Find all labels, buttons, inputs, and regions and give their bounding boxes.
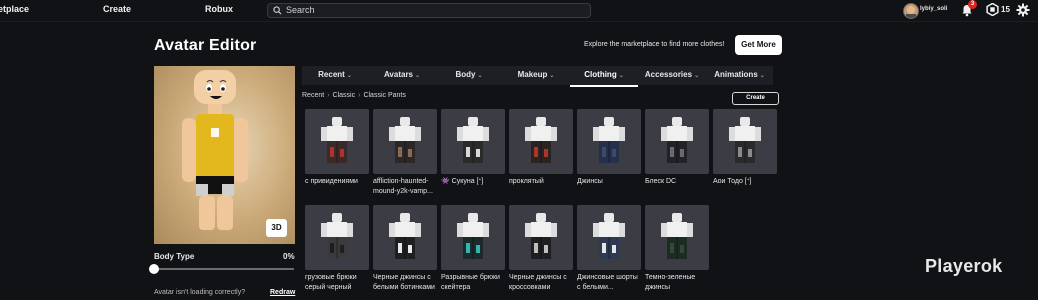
item-name-line: Черные джинсы с bbox=[509, 274, 567, 281]
item-name[interactable]: Темно-зеленые джинсы bbox=[645, 273, 711, 293]
tab-clothing[interactable]: Clothing ⌄ bbox=[570, 66, 638, 87]
item-card[interactable] bbox=[509, 109, 573, 174]
item-card[interactable] bbox=[441, 109, 505, 174]
robux-count[interactable]: 15 bbox=[1001, 5, 1010, 14]
item-name-line: грузовые брюки bbox=[305, 274, 357, 281]
avatar-preview[interactable] bbox=[154, 66, 295, 244]
item-name[interactable]: проклятый bbox=[509, 177, 575, 187]
item-card[interactable] bbox=[305, 205, 369, 270]
item-name-line: Джинсы bbox=[577, 178, 603, 185]
search-placeholder: Search bbox=[286, 5, 315, 15]
explore-message: Explore the marketplace to find more clo… bbox=[584, 41, 725, 48]
item-card[interactable] bbox=[645, 205, 709, 270]
item-card[interactable] bbox=[373, 109, 437, 174]
redraw-link[interactable]: Redraw bbox=[270, 289, 295, 296]
nav-marketplace-link[interactable]: etplace bbox=[0, 4, 29, 14]
item-name[interactable]: 👾 Сукуна [ᐩ] bbox=[441, 177, 507, 187]
item-name-line: Джинсовые шорты bbox=[577, 274, 638, 281]
item-card[interactable] bbox=[577, 109, 641, 174]
item-thumbnail bbox=[661, 213, 693, 259]
item-thumbnail bbox=[457, 117, 489, 163]
item-name[interactable]: Джинсовые шорты с белыми... bbox=[577, 273, 643, 293]
gear-icon[interactable] bbox=[1016, 3, 1030, 17]
breadcrumb-classic[interactable]: Classic bbox=[333, 92, 356, 99]
user-avatar[interactable] bbox=[903, 3, 919, 19]
item-name-line: mound-y2k-vamp... bbox=[373, 188, 433, 195]
notification-badge: 3 bbox=[968, 0, 977, 9]
item-thumbnail bbox=[593, 117, 625, 163]
nav-create-link[interactable]: Create bbox=[103, 4, 131, 14]
tab-body[interactable]: Body ⌄ bbox=[436, 66, 502, 85]
search-input[interactable]: Search bbox=[267, 3, 591, 18]
item-name[interactable]: с привидениями bbox=[305, 177, 371, 187]
item-name[interactable]: Джинсы bbox=[577, 177, 643, 187]
item-card[interactable] bbox=[305, 109, 369, 174]
item-thumbnail bbox=[321, 117, 353, 163]
category-tabs: Recent ⌄ Avatars ⌄ Body ⌄ Makeup ⌄ Clothing ⌄… bbox=[302, 66, 773, 87]
item-name-line: Черные джинсы с bbox=[373, 274, 431, 281]
tab-makeup[interactable]: Makeup ⌄ bbox=[502, 66, 570, 85]
item-name-line: серый черный bbox=[305, 284, 352, 291]
item-name-line: 👾 Сукуна [ᐩ] bbox=[441, 178, 484, 185]
item-thumbnail bbox=[525, 117, 557, 163]
item-name-line: кроссовками bbox=[509, 284, 551, 291]
item-name[interactable]: Аои Тодо [ᐩ] bbox=[713, 177, 779, 187]
item-card[interactable] bbox=[373, 205, 437, 270]
create-button[interactable]: Create bbox=[732, 92, 779, 105]
body-type-slider-handle[interactable] bbox=[149, 264, 159, 274]
page-title: Avatar Editor bbox=[154, 37, 257, 54]
tab-animations[interactable]: Animations ⌄ bbox=[706, 66, 773, 85]
body-type-slider[interactable] bbox=[154, 268, 294, 270]
toggle-3d-button[interactable]: 3D bbox=[266, 219, 287, 237]
item-card[interactable] bbox=[645, 109, 709, 174]
item-name-line: джинсы bbox=[645, 284, 671, 291]
body-type-value: 0% bbox=[283, 252, 295, 261]
nav-robux-link[interactable]: Robux bbox=[205, 4, 233, 14]
item-name[interactable]: affliction-haunted-mound-y2k-vamp... bbox=[373, 177, 439, 197]
watermark: Playerok bbox=[925, 256, 1003, 276]
item-thumbnail bbox=[729, 117, 761, 163]
body-type-label: Body Type bbox=[154, 252, 195, 261]
item-name[interactable]: Блеск DC bbox=[645, 177, 711, 187]
item-name-line: affliction-haunted- bbox=[373, 178, 429, 185]
item-thumbnail bbox=[389, 117, 421, 163]
item-card[interactable] bbox=[441, 205, 505, 270]
item-thumbnail bbox=[525, 213, 557, 259]
robux-icon[interactable] bbox=[986, 3, 999, 16]
item-name[interactable]: Черные джинсы с кроссовками bbox=[509, 273, 575, 293]
item-thumbnail bbox=[389, 213, 421, 259]
avatar-figure bbox=[182, 70, 248, 230]
item-card[interactable] bbox=[509, 205, 573, 270]
item-card[interactable] bbox=[713, 109, 777, 174]
breadcrumb-recent[interactable]: Recent bbox=[302, 92, 324, 99]
item-thumbnail bbox=[593, 213, 625, 259]
breadcrumb-classic-pants: Classic Pants bbox=[363, 92, 406, 99]
item-name-line: Блеск DC bbox=[645, 178, 677, 185]
loading-help-text: Avatar isn't loading correctly? bbox=[154, 289, 246, 296]
item-name-line: проклятый bbox=[509, 178, 544, 185]
tab-accessories[interactable]: Accessories ⌄ bbox=[638, 66, 706, 85]
item-thumbnail bbox=[321, 213, 353, 259]
item-thumbnail bbox=[457, 213, 489, 259]
tab-avatars[interactable]: Avatars ⌄ bbox=[368, 66, 436, 85]
item-name-line: Разрывные брюки bbox=[441, 274, 500, 281]
item-name-line: скейтера bbox=[441, 284, 471, 291]
top-bar: etplace Create Robux Search lybiy_soli 3… bbox=[0, 0, 1038, 22]
item-card[interactable] bbox=[577, 205, 641, 270]
breadcrumb: Recent › Classic › Classic Pants bbox=[302, 92, 406, 99]
item-name-line: с белыми... bbox=[577, 284, 614, 291]
item-name[interactable]: Черные джинсы с белыми ботинками bbox=[373, 273, 439, 293]
username-label[interactable]: lybiy_soli bbox=[920, 6, 947, 12]
tab-recent[interactable]: Recent ⌄ bbox=[302, 66, 368, 85]
search-icon bbox=[273, 6, 282, 15]
item-name-line: белыми ботинками bbox=[373, 284, 435, 291]
get-more-button[interactable]: Get More bbox=[735, 35, 782, 55]
item-name-line: Аои Тодо [ᐩ] bbox=[713, 178, 752, 185]
item-name[interactable]: Разрывные брюки скейтера bbox=[441, 273, 507, 293]
item-name-line: Темно-зеленые bbox=[645, 274, 696, 281]
item-thumbnail bbox=[661, 117, 693, 163]
item-name[interactable]: грузовые брюки серый черный bbox=[305, 273, 371, 293]
item-name-line: с привидениями bbox=[305, 178, 358, 185]
